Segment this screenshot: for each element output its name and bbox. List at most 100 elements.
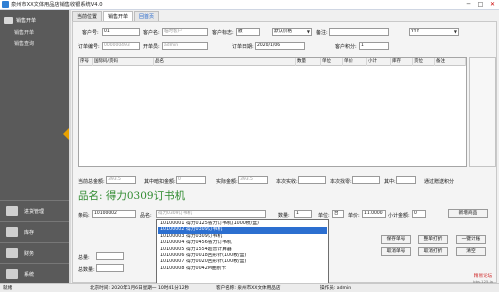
sidebar-divider — [0, 221, 69, 222]
order-no-input[interactable]: 000000493 — [102, 42, 140, 50]
sidebar-item-sales-order[interactable]: 销售开单 — [14, 29, 64, 38]
dropdown-item[interactable]: 10100008 得力0042M曲别卡 — [158, 266, 327, 272]
order-date-input[interactable]: 2020/1/06 — [255, 42, 305, 50]
right-select[interactable]: YYY — [409, 28, 459, 36]
change-field — [352, 176, 380, 184]
sales-grid[interactable]: 序号 国际码/货码 品名 数量 单位 单价 小计 库存 货位 备注 — [78, 57, 467, 167]
grid-col-header[interactable]: 小计 — [367, 58, 391, 66]
watermark-logo: 精易论坛 bbs.125.la — [473, 274, 493, 284]
grid-col-header[interactable]: 品名 — [154, 58, 296, 66]
minimize-button[interactable]: ─ — [463, 0, 474, 9]
save-order-button[interactable]: 保存单号 — [381, 235, 411, 244]
received-label: 本次实收: — [276, 179, 298, 185]
window-title: 泉州市XX文体用品店销售收银系统V4.0 — [11, 2, 103, 8]
money-icon — [6, 248, 18, 258]
customer-points-label: 客户积分: — [335, 44, 357, 50]
order-date-label: 订单日期: — [232, 44, 254, 50]
collapse-arrow-icon[interactable] — [63, 128, 69, 140]
grid-col-header[interactable]: 序号 — [79, 58, 93, 66]
tab-sales-order[interactable]: 销售开单 — [103, 11, 134, 21]
grid-col-header[interactable]: 国际码/货码 — [93, 58, 154, 66]
of-which-label: 其中: — [384, 179, 396, 185]
unit-input[interactable]: 台 — [332, 210, 344, 218]
order-no-label: 订单编号: — [78, 44, 100, 50]
discount-label: 其中暗扣金额: — [144, 179, 176, 185]
grid-col-header[interactable]: 单价 — [343, 58, 367, 66]
status-bar: 就绪 北京时间: 2020年1月6日星期一 10时41分12秒 客户名称: 泉州… — [0, 283, 499, 292]
discount-order-button[interactable]: 整单打折 — [418, 235, 448, 244]
customer-name-label: 客户名: — [143, 30, 160, 36]
actual-amount-label: 实际金额: — [216, 179, 238, 185]
tab-home[interactable]: 回首页 — [134, 11, 160, 21]
price-input[interactable]: 11.0000 — [362, 210, 386, 218]
customer-points-input[interactable]: 1 — [359, 42, 389, 50]
grid-col-header[interactable]: 单位 — [321, 58, 343, 66]
total-amount-label: 当前总金额: — [78, 179, 105, 185]
grid-col-header[interactable]: 货位 — [413, 58, 435, 66]
total-qty-label: 总数量: — [78, 267, 95, 273]
received-input[interactable] — [298, 176, 326, 184]
product-name-input[interactable]: 得力0309订书机 — [156, 210, 266, 218]
product-name-banner: 品名: 得力0309订书机 — [78, 190, 186, 202]
clear-button[interactable]: 清空 — [456, 247, 486, 256]
barcode-input[interactable]: 10100002 — [92, 210, 136, 218]
sidebar-item-sales-query[interactable]: 销售查询 — [14, 40, 64, 49]
sidebar-item-label: 财务 — [24, 250, 35, 257]
grid-col-header[interactable]: 数量 — [296, 58, 321, 66]
grid-header: 序号 国际码/货码 品名 数量 单位 单价 小计 库存 货位 备注 — [79, 58, 466, 66]
sidebar-item-finance[interactable]: 财务 — [1, 244, 68, 262]
status-ready: 就绪 — [3, 286, 13, 291]
status-store: 客户名称: 泉州市XX文体用品店 — [216, 286, 281, 291]
total-amount-field: 393.5 — [106, 176, 136, 184]
customer-no-input[interactable]: 01 — [102, 28, 140, 36]
change-label: 本次找零: — [330, 179, 352, 185]
actual-amount-field: 393.5 — [238, 176, 268, 184]
sidebar-item-purchase[interactable]: 进货管理 — [1, 202, 68, 220]
total-field — [96, 252, 124, 260]
price-label: 单价: — [348, 213, 360, 219]
app-icon — [2, 1, 9, 8]
box-icon — [6, 227, 18, 237]
note-input[interactable] — [329, 28, 389, 36]
sidebar: 销售开单 销售开单 销售查询 进货管理 库存 财务 系统 — [0, 10, 69, 283]
product-dropdown-list[interactable]: 10100001 得力0125省力订书机(1000枚/盒) 10100002 得… — [156, 219, 329, 288]
customer-name-input[interactable]: 临时客户 — [162, 28, 208, 36]
customer-flag-input[interactable]: 散 — [236, 28, 260, 36]
sidebar-group-sales[interactable]: 销售开单 — [0, 14, 69, 26]
total-qty-field — [96, 264, 124, 272]
sidebar-item-label: 库存 — [24, 229, 35, 236]
cancel-discount-button[interactable]: 取消打折 — [418, 247, 448, 256]
one-key-button[interactable]: 一键计账 — [456, 235, 486, 244]
gear-icon — [6, 269, 18, 279]
sidebar-divider — [0, 242, 69, 243]
salesman-label: 开单员: — [143, 44, 160, 50]
close-button[interactable]: ✕ — [487, 0, 498, 9]
add-product-button[interactable]: 新增商品 — [448, 209, 488, 218]
subtotal-field: 0 — [412, 210, 426, 218]
sidebar-item-label: 系统 — [24, 271, 35, 278]
total-label: 总量: — [78, 255, 90, 261]
grid-col-header[interactable]: 库存 — [391, 58, 413, 66]
unit-label: 单位: — [318, 213, 330, 219]
sidebar-divider — [0, 263, 69, 264]
tab-bar: 当前位置 销售开单 回首页 — [72, 11, 160, 21]
qty-input[interactable]: 1 — [294, 210, 312, 218]
sidebar-item-stock[interactable]: 库存 — [1, 223, 68, 241]
maximize-button[interactable]: □ — [475, 0, 486, 9]
salesman-input[interactable]: admin — [162, 42, 208, 50]
tab-current-location: 当前位置 — [72, 11, 103, 21]
watermark-line2: bbs.125.la — [473, 279, 493, 284]
product-name-label: 品名: — [140, 213, 152, 219]
splitter[interactable] — [69, 10, 71, 283]
sidebar-item-system[interactable]: 系统 — [1, 265, 68, 283]
grid-side-panel — [469, 57, 496, 167]
sidebar-divider — [0, 200, 69, 201]
sales-icon — [4, 16, 13, 24]
discount-field: 0 — [176, 176, 206, 184]
sidebar-item-label: 进货管理 — [24, 208, 45, 215]
title-bar: 泉州市XX文体用品店销售收银系统V4.0 ─ □ ✕ — [0, 0, 499, 10]
sidebar-group-label: 销售开单 — [16, 17, 37, 24]
cancel-order-button[interactable]: 取消单号 — [381, 247, 411, 256]
grid-col-header[interactable]: 备注 — [435, 58, 466, 66]
price-type-select[interactable]: 默认价格 — [272, 28, 312, 36]
